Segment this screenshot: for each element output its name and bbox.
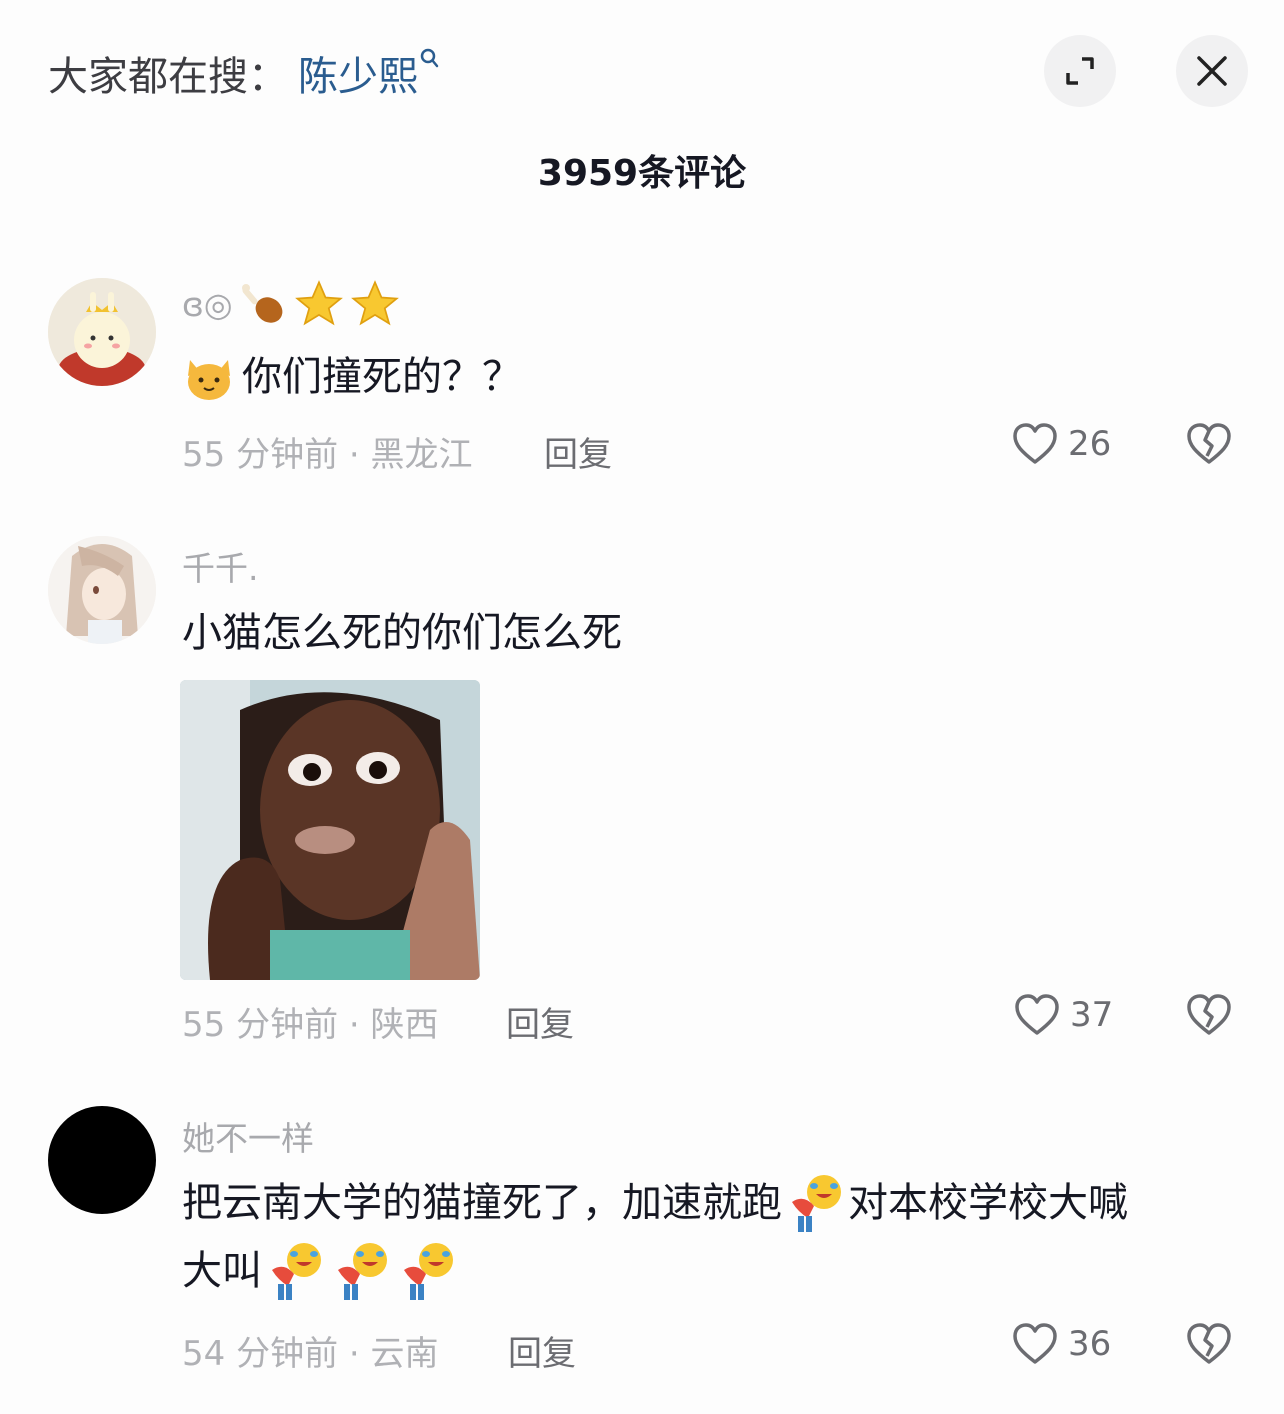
- like-button[interactable]: 36: [1012, 1322, 1111, 1366]
- comment-text-line-2: 大叫: [182, 1238, 460, 1304]
- comment-count-title: 3959条评论: [537, 153, 747, 194]
- comment-body-part-1: 把云南大学的猫撞死了，加速就跑: [182, 1180, 782, 1226]
- broken-heart-icon: [1187, 1323, 1231, 1364]
- comment-body: 你们撞死的？？: [242, 354, 522, 400]
- laugh-bow-emoji-icon: [338, 1243, 387, 1300]
- comment-image[interactable]: [180, 680, 480, 980]
- dislike-button[interactable]: [1186, 1322, 1232, 1370]
- expand-icon: [1066, 57, 1094, 85]
- heart-icon: [1015, 994, 1059, 1035]
- like-button[interactable]: 37: [1014, 993, 1113, 1037]
- comment-header: ɞ◎: [182, 278, 401, 330]
- username[interactable]: 她不一样: [182, 1112, 314, 1160]
- laugh-bow-emoji-icon: [404, 1243, 453, 1300]
- broken-heart-icon: [1187, 994, 1231, 1035]
- comment-time-location: 54 分钟前 · 云南: [182, 1334, 439, 1374]
- heart-icon: [1013, 423, 1057, 464]
- close-button[interactable]: [1176, 35, 1248, 107]
- username[interactable]: ɞ◎: [182, 285, 233, 324]
- trending-search-term[interactable]: 陈少熙: [298, 44, 418, 102]
- reply-button[interactable]: 回复: [506, 997, 574, 1046]
- comment-text-line-1: 把云南大学的猫撞死了，加速就跑 对本校学校大喊: [182, 1170, 1128, 1236]
- meme-sticker-image: [180, 680, 480, 980]
- star-icon: [350, 280, 399, 326]
- star-icon: [294, 280, 343, 326]
- comment-body-part-2: 对本校学校大喊: [848, 1180, 1128, 1226]
- dislike-button[interactable]: [1186, 993, 1232, 1041]
- trending-search-link[interactable]: 陈少熙: [298, 44, 440, 102]
- like-button[interactable]: 26: [1012, 422, 1111, 466]
- avatar[interactable]: [48, 536, 156, 644]
- avatar[interactable]: [48, 278, 156, 386]
- comment-time-location: 55 分钟前 · 陕西: [182, 1005, 439, 1045]
- reply-button[interactable]: 回复: [508, 1326, 576, 1375]
- comment-text: 你们撞死的？？: [182, 344, 522, 410]
- search-icon: [420, 48, 439, 68]
- heart-icon: [1013, 1323, 1057, 1364]
- search-prefix: 大家都在搜：: [48, 54, 288, 100]
- broken-heart-icon: [1187, 423, 1231, 464]
- like-count: 26: [1068, 424, 1112, 464]
- like-count: 36: [1068, 1324, 1112, 1364]
- like-count: 37: [1070, 995, 1114, 1035]
- avatar-image: [48, 536, 156, 644]
- laugh-bow-emoji-icon: [272, 1243, 321, 1300]
- laugh-bow-emoji-icon: [792, 1175, 841, 1232]
- comment-time-location: 55 分钟前 · 黑龙江: [182, 435, 473, 475]
- dislike-button[interactable]: [1186, 422, 1232, 470]
- avatar[interactable]: [48, 1106, 156, 1214]
- avatar-image: [48, 278, 156, 386]
- comment-body: 小猫怎么死的你们怎么死: [182, 610, 622, 656]
- close-icon: [1197, 56, 1227, 86]
- username[interactable]: 千千.: [182, 542, 259, 590]
- expand-button[interactable]: [1044, 35, 1116, 107]
- comment-body-part-3: 大叫: [182, 1248, 262, 1294]
- reply-button[interactable]: 回复: [544, 427, 612, 476]
- drumstick-icon: [241, 284, 283, 323]
- cat-face-icon: [188, 360, 230, 400]
